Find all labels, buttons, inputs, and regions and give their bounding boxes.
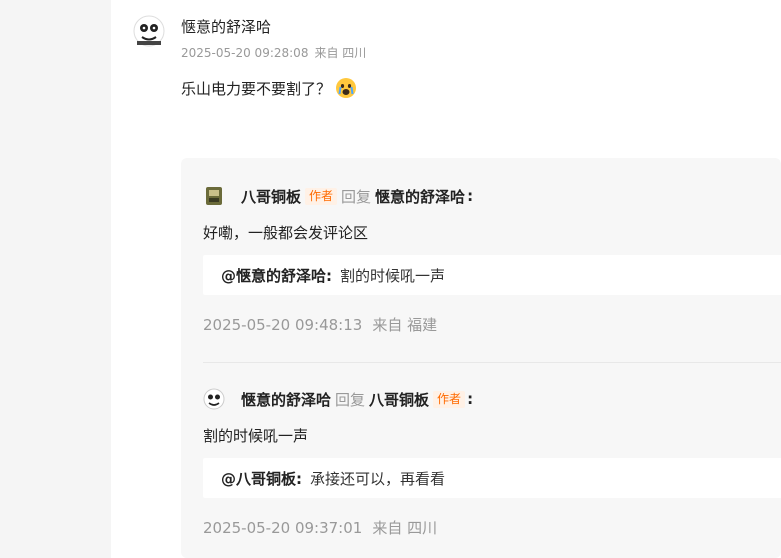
reply-date: 2025-05-20 09:37:01 (203, 519, 363, 537)
reply-source: 来自 福建 (372, 316, 438, 334)
reply-colon: : (467, 187, 474, 205)
comment-source: 来自 四川 (314, 46, 367, 60)
reply-label: 回复 (341, 187, 372, 206)
comment-meta: 2025-05-20 09:28:08 来自 四川 (181, 44, 366, 61)
comment-text: 乐山电力要不要割了？ (181, 79, 332, 98)
author-badge: 作者 (433, 390, 466, 408)
reply-text: 好嘞，一般都会发评论区 (203, 224, 369, 242)
quoted-comment[interactable]: @八哥铜板: 承接还可以，再看看 (203, 458, 781, 498)
reply-target-username[interactable]: 八哥铜板 (369, 389, 429, 410)
reply-header: 惬意的舒泽哈 回复 八哥铜板 作者 : (203, 387, 763, 411)
reply-colon: : (467, 390, 474, 408)
quoted-text: 承接还可以，再看看 (310, 469, 446, 488)
reply-username[interactable]: 八哥铜板 (241, 186, 301, 207)
divider (203, 362, 781, 363)
quoted-username[interactable]: @八哥铜板: (221, 468, 302, 489)
crying-face-emoji-icon (336, 78, 357, 98)
reply-item: 惬意的舒泽哈 回复 八哥铜板 作者 : 割的时候吼一声 @八哥铜板: 承接还可以… (203, 387, 781, 538)
reply-item: 八哥铜板 作者 回复 惬意的舒泽哈 : 好嘞，一般都会发评论区 @惬意的舒泽哈:… (203, 184, 781, 335)
reply-username[interactable]: 惬意的舒泽哈 (241, 389, 331, 410)
reply-header: 八哥铜板 作者 回复 惬意的舒泽哈 : (203, 184, 763, 208)
quoted-text: 割的时候吼一声 (340, 266, 446, 285)
reply-date: 2025-05-20 09:48:13 (203, 316, 363, 334)
quoted-username[interactable]: @惬意的舒泽哈: (221, 265, 332, 286)
reply-target-username[interactable]: 惬意的舒泽哈 (375, 186, 465, 207)
reply-text: 割的时候吼一声 (203, 427, 309, 445)
avatar[interactable] (203, 388, 225, 410)
reply-meta: 2025-05-20 09:37:01 来自 四川 (203, 517, 763, 538)
quoted-comment[interactable]: @惬意的舒泽哈: 割的时候吼一声 (203, 255, 781, 295)
avatar[interactable] (133, 15, 165, 47)
reply-list: 八哥铜板 作者 回复 惬意的舒泽哈 : 好嘞，一般都会发评论区 @惬意的舒泽哈:… (181, 158, 781, 558)
reply-meta: 2025-05-20 09:48:13 来自 福建 (203, 314, 763, 335)
comment-username[interactable]: 惬意的舒泽哈 (181, 16, 271, 37)
avatar[interactable] (203, 185, 225, 207)
reply-label: 回复 (335, 390, 366, 409)
reply-source: 来自 四川 (372, 519, 438, 537)
comment-panel: 惬意的舒泽哈 2025-05-20 09:28:08 来自 四川 乐山电力要不要割… (111, 0, 781, 558)
comment-date: 2025-05-20 09:28:08 (181, 46, 309, 60)
comment-body: 乐山电力要不要割了？ (181, 77, 357, 99)
author-badge: 作者 (305, 187, 338, 205)
